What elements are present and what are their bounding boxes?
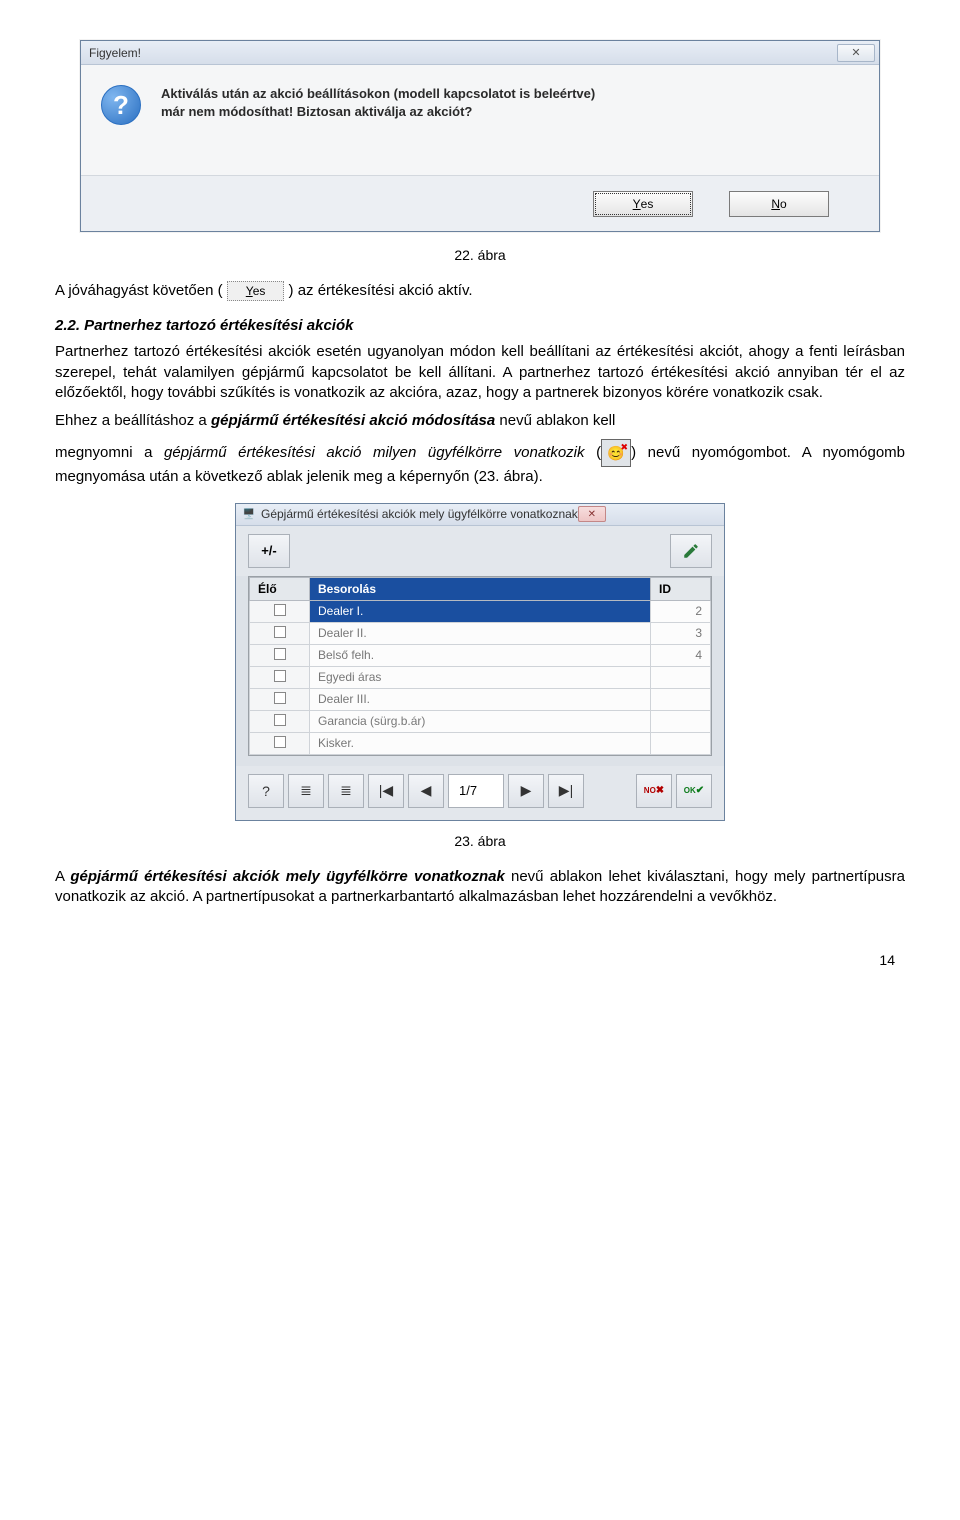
dialog-message: Aktiválás után az akció beállításokon (m… <box>161 85 595 165</box>
list2-button[interactable]: ≣ <box>328 774 364 808</box>
pencil-icon <box>682 542 700 560</box>
cell-besorolas: Dealer III. <box>310 688 651 710</box>
dialog2-toolbar-top: +/- <box>236 526 724 576</box>
question-icon: ? <box>101 85 141 125</box>
cell-id <box>651 710 711 732</box>
edit-button[interactable] <box>670 534 712 568</box>
dialog-buttons: Yes No <box>81 175 879 231</box>
customer-table: Élő Besorolás ID Dealer I.2Dealer II.3Be… <box>248 576 712 756</box>
col-id[interactable]: ID <box>651 577 711 600</box>
last-button[interactable]: ▶| <box>548 774 584 808</box>
cell-id: 3 <box>651 622 711 644</box>
checkbox-icon[interactable] <box>274 604 286 616</box>
face-icon: 😊 <box>601 439 631 467</box>
table-row[interactable]: Egyedi áras <box>250 666 711 688</box>
paragraph-final: A gépjármű értékesítési akciók mely ügyf… <box>55 867 905 908</box>
cell-checkbox[interactable] <box>250 600 310 622</box>
cell-besorolas: Egyedi áras <box>310 666 651 688</box>
paragraph-button-ref: megnyomni a gépjármű értékesítési akció … <box>55 439 905 487</box>
table-row[interactable]: Dealer III. <box>250 688 711 710</box>
plus-minus-button[interactable]: +/- <box>248 534 290 568</box>
prev-button[interactable]: ◀ <box>408 774 444 808</box>
cell-checkbox[interactable] <box>250 666 310 688</box>
cell-besorolas: Kisker. <box>310 732 651 754</box>
cell-checkbox[interactable] <box>250 644 310 666</box>
cell-checkbox[interactable] <box>250 732 310 754</box>
cell-checkbox[interactable] <box>250 688 310 710</box>
dialog2-title: Gépjármű értékesítési akciók mely ügyfél… <box>261 507 578 521</box>
yes-button[interactable]: Yes <box>593 191 693 217</box>
checkbox-icon[interactable] <box>274 648 286 660</box>
close-icon[interactable]: ✕ <box>837 44 875 62</box>
cell-id <box>651 666 711 688</box>
figure-caption-23: 23. ábra <box>55 833 905 849</box>
checkbox-icon[interactable] <box>274 714 286 726</box>
dialog-title: Figyelem! <box>89 46 141 60</box>
table-row[interactable]: Dealer I.2 <box>250 600 711 622</box>
paragraph-dialog-ref: Ehhez a beállításhoz a gépjármű értékesí… <box>55 411 905 431</box>
customer-group-dialog: 🖥️ Gépjármű értékesítési akciók mely ügy… <box>235 503 725 821</box>
paragraph-partner-desc: Partnerhez tartozó értékesítési akciók e… <box>55 342 905 403</box>
page-number: 14 <box>55 952 905 968</box>
dialog-body: ? Aktiválás után az akció beállításokon … <box>81 65 879 175</box>
cell-besorolas: Dealer I. <box>310 600 651 622</box>
cell-checkbox[interactable] <box>250 710 310 732</box>
no-button[interactable]: No <box>729 191 829 217</box>
section-heading-2-2: 2.2. Partnerhez tartozó értékesítési akc… <box>55 317 905 334</box>
cell-id <box>651 688 711 710</box>
col-elo[interactable]: Élő <box>250 577 310 600</box>
checkbox-icon[interactable] <box>274 670 286 682</box>
confirm-dialog: Figyelem! ✕ ? Aktiválás után az akció be… <box>80 40 880 232</box>
table-row[interactable]: Garancia (sürg.b.ár) <box>250 710 711 732</box>
paragraph-approval: A jóváhagyást követően ( Yes ) az értéke… <box>55 281 905 301</box>
first-button[interactable]: |◀ <box>368 774 404 808</box>
col-besorolas[interactable]: Besorolás <box>310 577 651 600</box>
checkbox-icon[interactable] <box>274 736 286 748</box>
inline-yes-button-image: Yes <box>227 281 285 301</box>
ok-button[interactable]: OK✔ <box>676 774 712 808</box>
cell-besorolas: Belső felh. <box>310 644 651 666</box>
dialog-titlebar[interactable]: Figyelem! ✕ <box>81 41 879 65</box>
record-counter: 1/7 <box>448 774 504 808</box>
close-icon[interactable]: ✕ <box>578 506 606 522</box>
help-button[interactable]: ? <box>248 774 284 808</box>
checkbox-icon[interactable] <box>274 626 286 638</box>
table-row[interactable]: Belső felh.4 <box>250 644 711 666</box>
cell-checkbox[interactable] <box>250 622 310 644</box>
app-icon: 🖥️ <box>242 507 256 521</box>
dialog2-titlebar[interactable]: 🖥️ Gépjármű értékesítési akciók mely ügy… <box>236 504 724 526</box>
cell-id: 2 <box>651 600 711 622</box>
next-button[interactable]: ▶ <box>508 774 544 808</box>
table-row[interactable]: Dealer II.3 <box>250 622 711 644</box>
figure-caption-22: 22. ábra <box>55 247 905 263</box>
cell-besorolas: Dealer II. <box>310 622 651 644</box>
cell-besorolas: Garancia (sürg.b.ár) <box>310 710 651 732</box>
no-button[interactable]: NO✖ <box>636 774 672 808</box>
list1-button[interactable]: ≣ <box>288 774 324 808</box>
table-row[interactable]: Kisker. <box>250 732 711 754</box>
checkbox-icon[interactable] <box>274 692 286 704</box>
cell-id: 4 <box>651 644 711 666</box>
cell-id <box>651 732 711 754</box>
dialog2-navbar: ? ≣ ≣ |◀ ◀ 1/7 ▶ ▶| NO✖ OK✔ <box>236 766 724 820</box>
